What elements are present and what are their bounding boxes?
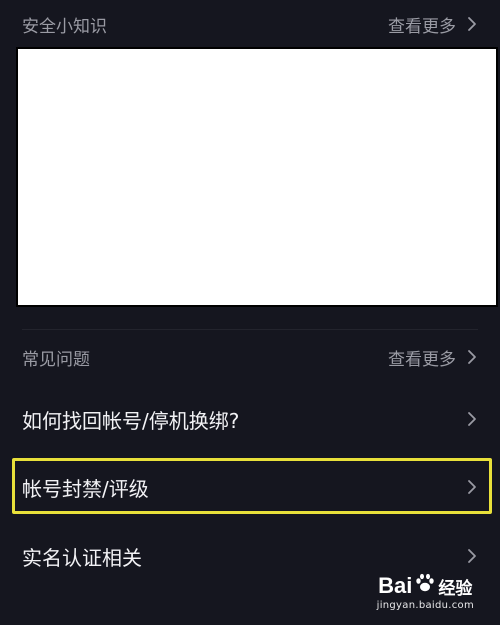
- faq-header: 常见问题 查看更多: [0, 337, 500, 377]
- safety-tips-card[interactable]: [16, 47, 498, 307]
- faq-see-more-link[interactable]: 查看更多: [388, 345, 480, 370]
- safety-see-more-link[interactable]: 查看更多: [388, 12, 480, 37]
- faq-item-recover-account[interactable]: 如何找回帐号/停机换绑?: [0, 390, 500, 448]
- chevron-right-icon: [464, 547, 480, 565]
- chevron-right-icon: [464, 348, 480, 366]
- highlight-box: [12, 458, 492, 514]
- section-divider: [22, 329, 478, 330]
- chevron-right-icon: [464, 410, 480, 428]
- safety-tips-title: 安全小知识: [22, 16, 107, 37]
- watermark-brand-left: Bai: [378, 573, 413, 598]
- watermark-brand-right: 经验: [438, 578, 473, 598]
- safety-tips-header: 安全小知识 查看更多: [0, 4, 500, 44]
- safety-see-more-label: 查看更多: [388, 16, 456, 37]
- faq-title: 常见问题: [22, 349, 90, 370]
- baidu-jingyan-watermark: Bai 经验 jingyan.baidu.com: [377, 572, 474, 611]
- faq-item-label: 如何找回帐号/停机换绑?: [22, 408, 240, 433]
- watermark-url: jingyan.baidu.com: [376, 600, 474, 611]
- chevron-right-icon: [464, 15, 480, 33]
- paw-icon: [414, 572, 436, 600]
- faq-see-more-label: 查看更多: [388, 349, 456, 370]
- faq-item-label: 实名认证相关: [22, 545, 142, 570]
